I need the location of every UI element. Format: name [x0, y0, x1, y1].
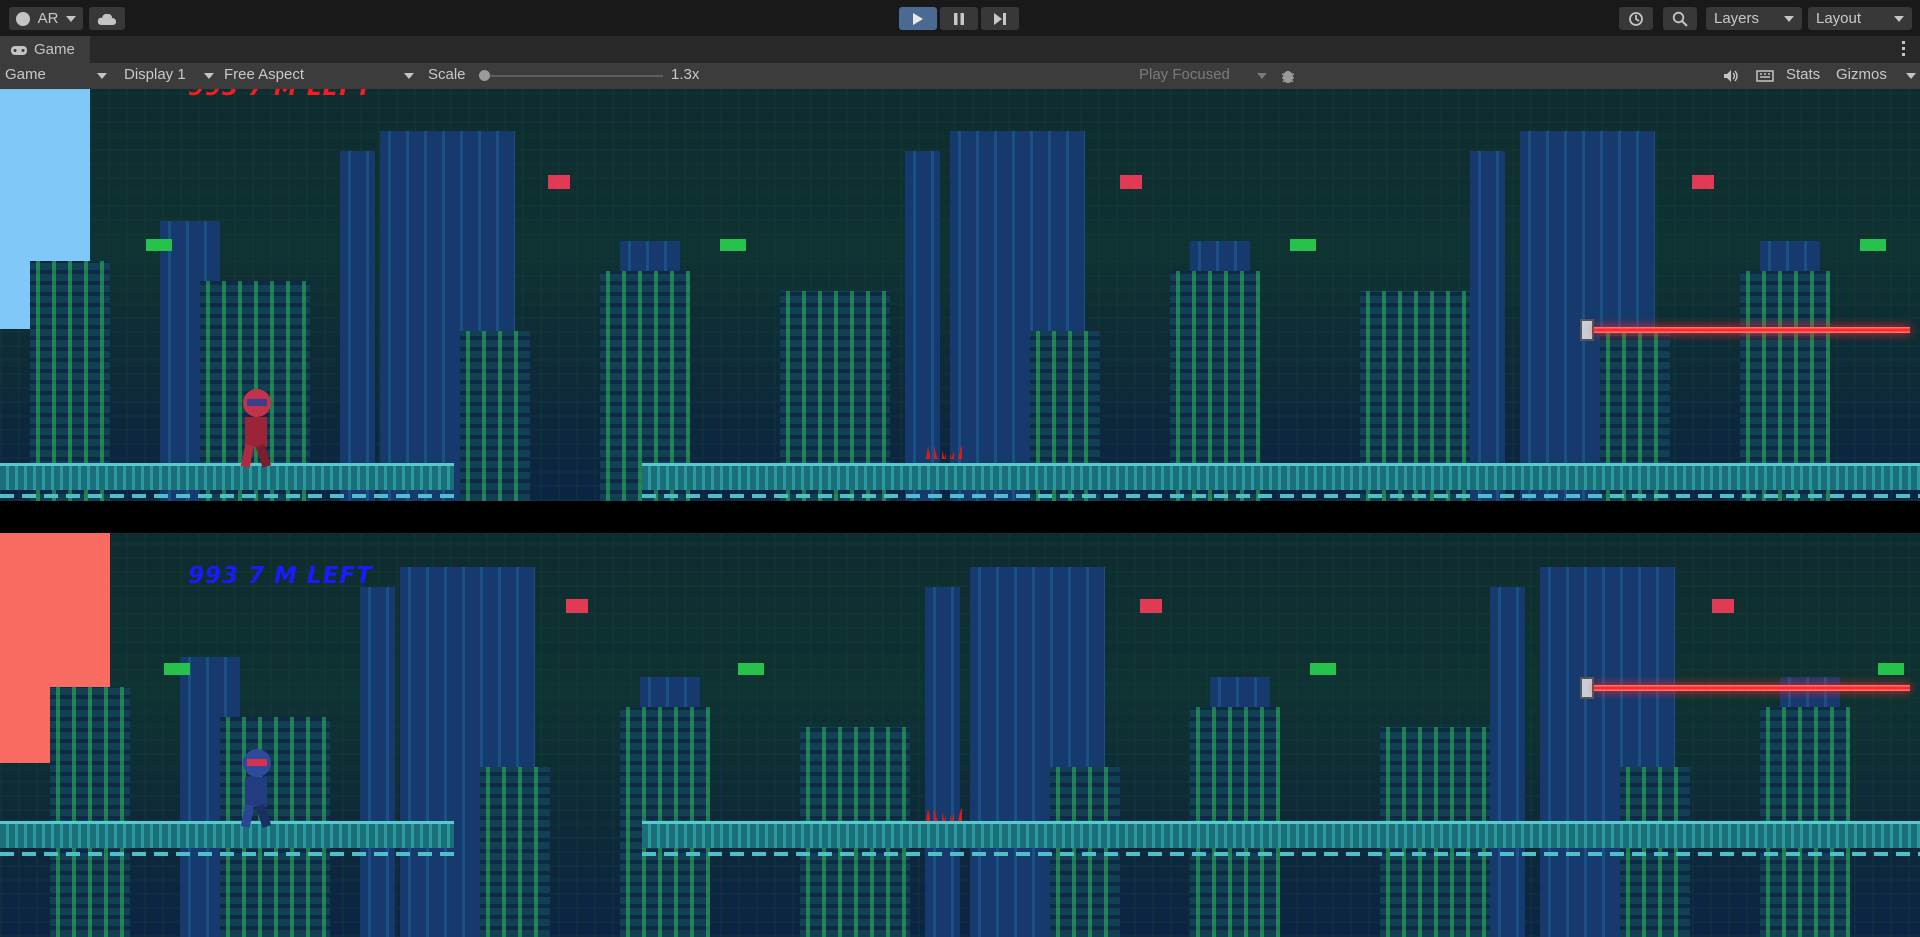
gamepad-icon: [11, 45, 27, 55]
display-label: Display 1: [124, 66, 186, 83]
platform: [0, 821, 454, 856]
layers-dropdown[interactable]: Layers: [1706, 7, 1802, 30]
pause-button[interactable]: [940, 7, 978, 30]
game-controls-bar: Game Display 1 Free Aspect Scale 1.3x Pl…: [0, 63, 1920, 89]
main-toolbar: AR Layers Layout: [0, 0, 1920, 36]
laser-emitter: [1580, 677, 1594, 699]
platform: [642, 821, 1920, 856]
step-icon: [994, 12, 1006, 25]
chevron-down-icon: [97, 73, 107, 79]
chevron-down-icon: [1894, 15, 1904, 22]
cloud-button[interactable]: [89, 7, 125, 30]
audio-icon[interactable]: [1723, 69, 1739, 83]
platform: [642, 463, 1920, 498]
chevron-down-icon: [404, 73, 414, 79]
player1-viewport: 993 7 M LEFT: [0, 89, 1920, 501]
history-button[interactable]: [1619, 7, 1653, 30]
layers-label: Layers: [1714, 10, 1760, 27]
player2-character: [237, 749, 277, 829]
search-button[interactable]: [1663, 7, 1697, 30]
game-view-dropdown[interactable]: Game: [0, 63, 112, 89]
layout-dropdown[interactable]: Layout: [1808, 7, 1912, 30]
scale-slider[interactable]: [479, 70, 663, 81]
chevron-down-icon: [204, 73, 214, 79]
tab-game[interactable]: Game: [0, 36, 90, 63]
scale-value: 1.3x: [671, 66, 700, 83]
split-divider: [0, 501, 1920, 533]
scale-slider-handle[interactable]: [479, 70, 490, 81]
player2-viewport: 993 7 M LEFT: [0, 533, 1920, 937]
step-button[interactable]: [981, 7, 1019, 30]
display-dropdown[interactable]: Display 1: [116, 63, 216, 89]
gizmos-label: Gizmos: [1836, 66, 1887, 83]
keyboard-icon[interactable]: [1756, 69, 1774, 83]
bug-icon[interactable]: [1280, 68, 1296, 84]
laser-beam: [1594, 685, 1910, 691]
play-focused-label: Play Focused: [1139, 66, 1230, 83]
cloud-icon: [97, 13, 116, 25]
account-dropdown[interactable]: AR: [9, 7, 83, 30]
aspect-label: Free Aspect: [224, 66, 305, 83]
history-icon: [1629, 11, 1643, 26]
search-icon: [1672, 11, 1688, 27]
play-button[interactable]: [899, 7, 937, 30]
account-icon: [15, 11, 30, 26]
player1-distance-hud: 993 7 M LEFT: [188, 89, 373, 101]
player1-character: [237, 389, 277, 469]
player2-distance-hud: 993 7 M LEFT: [188, 563, 373, 589]
scale-label: Scale: [428, 66, 466, 83]
layout-label: Layout: [1816, 10, 1862, 27]
chevron-down-icon: [1906, 73, 1916, 79]
account-label: AR: [37, 10, 59, 27]
game-view-label: Game: [5, 66, 46, 83]
chevron-down-icon: [66, 15, 77, 22]
game-tab-bar: Game: [0, 36, 1920, 64]
play-icon: [913, 12, 923, 25]
laser-beam: [1594, 327, 1910, 333]
platform: [0, 463, 454, 498]
play-focused-dropdown[interactable]: Play Focused: [1133, 63, 1271, 89]
game-view[interactable]: 993 7 M LEFT: [0, 89, 1920, 937]
tab-game-label: Game: [34, 41, 75, 58]
gizmos-dropdown[interactable]: Gizmos: [1833, 63, 1920, 89]
more-options-icon[interactable]: [1902, 41, 1906, 57]
chevron-down-icon: [1784, 15, 1794, 22]
aspect-dropdown[interactable]: Free Aspect: [218, 63, 416, 89]
stats-button[interactable]: Stats: [1786, 66, 1820, 83]
pause-icon: [954, 12, 964, 25]
laser-emitter: [1580, 319, 1594, 341]
chevron-down-icon: [1257, 73, 1267, 79]
